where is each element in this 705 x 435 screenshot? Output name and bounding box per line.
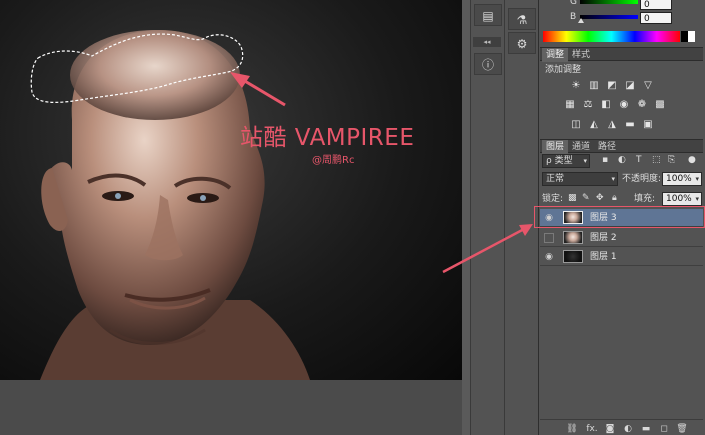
fx-button[interactable]: fx. (584, 424, 600, 434)
black-white-icon[interactable]: ◧ (600, 99, 612, 111)
vibrance-icon[interactable]: ▽ (642, 80, 654, 92)
watermark-author: @周鹏Rc (312, 155, 355, 166)
white-swatch[interactable] (688, 31, 695, 42)
workspace-background (0, 380, 462, 435)
lock-all-icon[interactable]: 🔒︎ (612, 193, 617, 203)
adjustment-icons-grid: ☀ ▥ ◩ ◪ ▽ ▦ ⚖ ◧ ◉ ❁ ▩ ◫ ◭ ◮ ▬ ▣ (565, 80, 680, 134)
blend-mode-value: 正常 (546, 174, 565, 184)
new-group-icon[interactable]: ▬ (640, 424, 652, 434)
info-icon: ⓘ (481, 58, 494, 72)
collapse-arrows: ◂◂ (483, 38, 491, 46)
tool-presets-icon: ⚗ (516, 13, 528, 27)
brush-presets-button[interactable]: ⚙ (508, 32, 536, 54)
chevron-down-icon: ▾ (611, 175, 615, 183)
color-balance-icon[interactable]: ⚖ (582, 99, 594, 111)
layer-row-2[interactable]: 图层 2 (540, 229, 703, 247)
tab-channels[interactable]: 通道 (568, 140, 594, 154)
lock-label: 锁定: (542, 194, 564, 204)
layer-thumbnail (563, 231, 583, 244)
layer-thumbnail (563, 250, 583, 263)
smart-object-filter-icon[interactable]: ⎘ (668, 155, 675, 165)
chevron-down-icon: ▾ (695, 195, 699, 203)
lock-position-icon[interactable]: ✥ (596, 193, 604, 203)
workspace-divider (462, 0, 470, 435)
trash-icon[interactable]: 🗑︎ (676, 424, 688, 434)
selective-color-icon[interactable]: ▣ (642, 119, 654, 131)
sliders-icon: ⚙ (516, 37, 528, 51)
tool-presets-button[interactable]: ⚗ (508, 8, 536, 30)
posterize-icon[interactable]: ◭ (588, 119, 600, 131)
b-value-field[interactable]: 0 (640, 12, 672, 24)
color-lookup-icon[interactable]: ▩ (654, 99, 666, 111)
adjustment-filter-icon[interactable]: ◐ (618, 155, 626, 165)
b-slider-handle[interactable] (578, 18, 584, 23)
history-icon: ▤ (482, 9, 494, 23)
eye-icon[interactable]: ◉ (542, 250, 556, 264)
fill-label: 填充: (634, 194, 656, 204)
tab-layers[interactable]: 图层 (542, 140, 569, 154)
pixel-filter-icon[interactable]: ▪ (602, 155, 608, 165)
exposure-icon[interactable]: ◪ (624, 80, 636, 92)
layer-name[interactable]: 图层 2 (590, 232, 617, 244)
tab-styles[interactable]: 样式 (568, 48, 594, 62)
layer-row-1[interactable]: ◉ 图层 1 (540, 248, 703, 266)
color-spectrum-bar[interactable] (543, 31, 680, 42)
fill-field[interactable]: 100% ▾ (662, 192, 702, 206)
link-layers-icon[interactable]: ⛓ (566, 424, 578, 434)
channel-mixer-icon[interactable]: ❁ (636, 99, 648, 111)
type-filter-icon[interactable]: T (636, 155, 642, 165)
panel-icon-dock: ⚗ ⚙ (504, 0, 538, 435)
g-value-field[interactable]: 0 (640, 0, 672, 10)
tab-paths[interactable]: 路径 (594, 140, 620, 154)
history-panel-button[interactable]: ▤ (474, 4, 502, 26)
shape-filter-icon[interactable]: ⬚ (652, 155, 661, 165)
filter-toggle-icon[interactable]: ● (688, 155, 696, 165)
invert-icon[interactable]: ◫ (570, 119, 582, 131)
info-panel-button[interactable]: ⓘ (474, 53, 502, 75)
layer-filter-dropdown[interactable]: ρ 类型 ▾ (542, 154, 590, 168)
b-slider[interactable] (580, 15, 638, 19)
hue-saturation-icon[interactable]: ▦ (564, 99, 576, 111)
opacity-field[interactable]: 100% ▾ (662, 172, 702, 186)
levels-icon[interactable]: ▥ (588, 80, 600, 92)
filter-label: ρ 类型 (546, 156, 573, 166)
filter-icons: ▪ ◐ T ⬚ ⎘ ● (596, 155, 700, 167)
color-panel: G 0 B 0 (540, 0, 703, 46)
chevron-down-icon: ▾ (695, 175, 699, 183)
lock-icons: ▩ ✎ ✥ 🔒︎ (568, 193, 628, 205)
threshold-icon[interactable]: ◮ (606, 119, 618, 131)
brightness-icon[interactable]: ☀ (570, 80, 582, 92)
add-mask-icon[interactable]: ◙ (604, 424, 616, 434)
document-canvas[interactable]: 站酷 VAMPIREE @周鹏Rc (0, 0, 462, 380)
b-label: B (570, 12, 577, 22)
dock-collapse-grip[interactable]: ◂◂ (473, 37, 501, 47)
g-slider[interactable] (580, 0, 638, 4)
blend-mode-dropdown[interactable]: 正常 ▾ (542, 172, 618, 186)
layers-tabbar: 图层 通道 路径 (540, 139, 703, 154)
photo-filter-icon[interactable]: ◉ (618, 99, 630, 111)
gradient-map-icon[interactable]: ▬ (624, 119, 636, 131)
collapsed-panel-dock: ◂◂ ▤ ⓘ (470, 0, 504, 435)
lock-pixels-icon[interactable]: ✎ (582, 193, 590, 203)
g-label: G (570, 0, 577, 7)
lock-transparent-icon[interactable]: ▩ (568, 193, 577, 203)
chevron-down-icon: ▾ (583, 157, 587, 165)
add-adjustment-title: 添加调整 (545, 65, 582, 75)
layer-name[interactable]: 图层 1 (590, 251, 617, 263)
watermark-title: 站酷 VAMPIREE (240, 125, 415, 151)
opacity-label: 不透明度: (622, 174, 662, 184)
fill-value: 100% (666, 194, 692, 204)
hidden-visibility-box[interactable] (544, 233, 554, 243)
curves-icon[interactable]: ◩ (606, 80, 618, 92)
black-swatch[interactable] (681, 31, 688, 42)
highlight-box (534, 206, 705, 228)
opacity-value: 100% (666, 174, 692, 184)
adjustments-tabbar: 调整 样式 (540, 47, 703, 62)
new-layer-icon[interactable]: ◻ (658, 424, 670, 434)
portrait-image (40, 30, 310, 380)
new-adjustment-icon[interactable]: ◐ (622, 424, 634, 434)
tab-adjustments[interactable]: 调整 (542, 48, 569, 62)
